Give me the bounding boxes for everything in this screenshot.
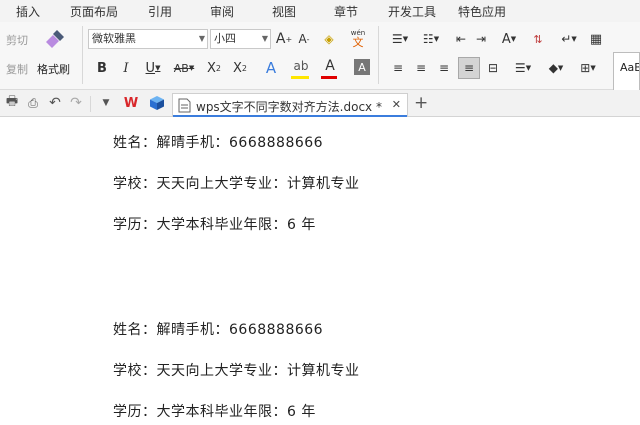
clear-format-icon[interactable]: ◈ — [320, 29, 338, 49]
phonetic-guide-icon[interactable]: wén 文 — [346, 27, 370, 49]
font-name-select[interactable]: 微软雅黑 ▼ — [88, 29, 208, 49]
doc-line-education[interactable]: 学历：大学本科毕业年限：6 年 — [113, 401, 316, 421]
justify-icon[interactable]: ≡ — [458, 57, 480, 79]
highlight-color-swatch — [291, 76, 309, 79]
superscript-icon[interactable]: X2 — [204, 59, 224, 77]
shrink-font-icon[interactable]: A- — [295, 29, 313, 49]
font-size-select[interactable]: 小四 ▼ — [210, 29, 271, 49]
align-left-icon[interactable]: ≡ — [390, 59, 406, 77]
text-direction-icon[interactable]: A ▼ — [497, 30, 521, 48]
tabbar-divider — [90, 96, 91, 112]
distributed-align-icon[interactable]: ⊟ — [483, 59, 503, 77]
redo-icon[interactable]: ↷ — [68, 95, 84, 111]
font-color-icon[interactable]: A — [321, 57, 339, 75]
font-size-value: 小四 — [214, 32, 236, 45]
paragraph-shading-icon[interactable]: ◆ ▼ — [545, 59, 567, 77]
document-tab[interactable]: wps文字不同字数对齐方法.docx * ✕ — [172, 93, 408, 117]
close-tab-icon[interactable]: ✕ — [392, 98, 401, 111]
customize-dropdown-icon[interactable]: ▼ — [100, 96, 112, 110]
underline-icon[interactable]: U ▼ — [142, 59, 164, 77]
doc-line-school[interactable]: 学校：天天向上大学专业：计算机专业 — [113, 173, 360, 193]
tab-section[interactable]: 章节 — [334, 3, 358, 20]
wps-logo-icon[interactable]: W — [121, 94, 141, 112]
tab-review[interactable]: 审阅 — [210, 3, 234, 20]
undo-icon[interactable]: ↶ — [47, 95, 63, 111]
doc-line-education[interactable]: 学历：大学本科毕业年限：6 年 — [113, 214, 316, 234]
grow-font-icon[interactable]: A + — [275, 29, 293, 49]
format-painter-icon[interactable] — [42, 26, 68, 52]
highlight-icon[interactable]: ab — [289, 57, 313, 75]
increase-indent-icon[interactable]: ⇥ — [472, 30, 490, 48]
numbered-list-icon[interactable]: ☷ ▼ — [418, 30, 444, 48]
doc-line-school[interactable]: 学校：天天向上大学专业：计算机专业 — [113, 360, 360, 380]
chevron-down-icon: ▼ — [261, 34, 268, 43]
bold-icon[interactable]: B — [94, 59, 110, 77]
print-preview-icon[interactable]: ⎙ — [25, 95, 41, 111]
print-icon[interactable]: 🖶 — [4, 94, 20, 111]
show-marks-icon[interactable]: ↵ ▼ — [558, 30, 580, 48]
text-effect-icon[interactable]: A — [262, 58, 280, 78]
document-icon — [177, 97, 191, 113]
copy-button[interactable]: 复制 — [6, 61, 28, 77]
font-color-swatch — [321, 76, 337, 79]
font-name-value: 微软雅黑 — [92, 32, 136, 45]
document-title: wps文字不同字数对齐方法.docx * — [196, 100, 382, 114]
cut-button[interactable]: 剪切 — [6, 32, 28, 48]
tab-view[interactable]: 视图 — [272, 3, 296, 20]
tab-insert[interactable]: 插入 — [16, 3, 40, 20]
ribbon: 剪切 复制 格式刷 微软雅黑 ▼ 小四 ▼ A + A- ◈ wén 文 B I U… — [0, 22, 640, 96]
strikethrough-icon[interactable]: AB ▼ — [170, 59, 198, 77]
sort-icon[interactable]: ⇅ — [530, 30, 546, 48]
doc-line-name[interactable]: 姓名：解晴手机：6668888666 — [113, 319, 323, 339]
tab-page-layout[interactable]: 页面布局 — [70, 3, 118, 20]
new-tab-icon[interactable]: + — [414, 93, 428, 113]
line-spacing-icon[interactable]: ☰ ▼ — [512, 59, 534, 77]
group-divider — [82, 26, 83, 84]
tab-references[interactable]: 引用 — [148, 3, 172, 20]
menu-bar: 插入 页面布局 引用 审阅 视图 章节 开发工具 特色应用 — [0, 0, 640, 22]
borders-icon[interactable]: ⊞ ▼ — [576, 59, 600, 77]
format-painter-button[interactable]: 格式刷 — [37, 61, 70, 77]
align-center-icon[interactable]: ≡ — [413, 59, 429, 77]
quick-access-tabbar: 🖶 ⎙ ↶ ↷ ▼ W wps文字不同字数对齐方法.docx * ✕ + — [0, 90, 640, 117]
chevron-down-icon: ▼ — [198, 34, 205, 43]
decrease-indent-icon[interactable]: ⇤ — [452, 30, 470, 48]
doc-line-name[interactable]: 姓名：解晴手机：6668888666 — [113, 132, 323, 152]
tab-special-apps[interactable]: 特色应用 — [458, 3, 506, 20]
cube-app-icon[interactable] — [148, 94, 166, 112]
bullet-list-icon[interactable]: ☰ ▼ — [387, 30, 413, 48]
document-canvas[interactable]: 姓名：解晴手机：6668888666 学校：天天向上大学专业：计算机专业 学历：… — [0, 117, 640, 425]
align-right-icon[interactable]: ≡ — [436, 59, 452, 77]
subscript-icon[interactable]: X2 — [230, 59, 250, 77]
style-preview-text: AaB — [620, 61, 640, 74]
italic-icon[interactable]: I — [118, 59, 134, 77]
table-icon[interactable]: ▦ — [587, 30, 605, 48]
group-divider — [378, 26, 379, 84]
tab-developer[interactable]: 开发工具 — [388, 3, 436, 20]
char-shading-icon[interactable]: A — [354, 59, 370, 75]
